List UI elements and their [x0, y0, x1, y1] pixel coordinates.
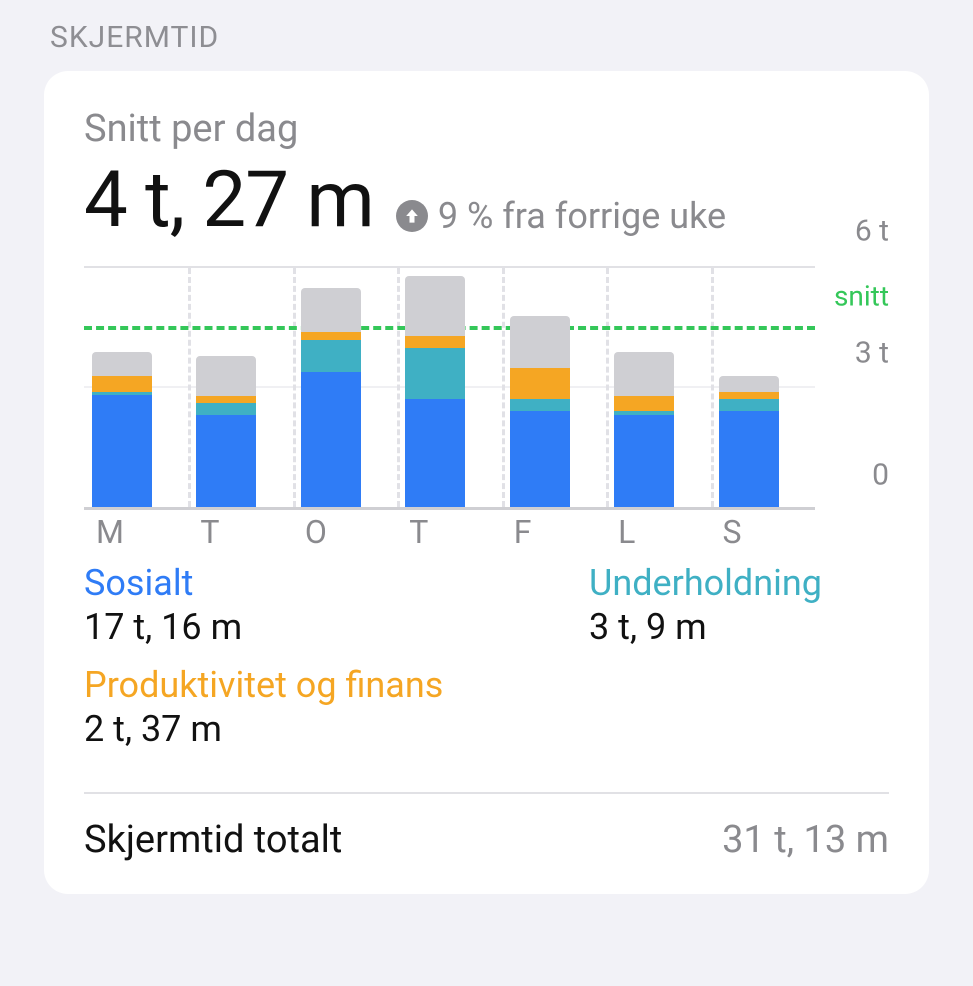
bar-segment — [92, 376, 152, 392]
subtitle: Snitt per dag — [84, 107, 889, 151]
x-tick: L — [606, 510, 710, 546]
bar-segment — [510, 368, 570, 400]
category-label: Underholdning — [589, 562, 889, 604]
bar — [92, 352, 152, 507]
x-tick: M — [84, 510, 188, 546]
bar — [196, 356, 256, 507]
bar-segment — [510, 411, 570, 507]
category-label: Sosialt — [84, 562, 384, 604]
category-value: 3 t, 9 m — [589, 606, 889, 648]
headline-row: 4 t, 27 m 9 % fra forrige uke — [84, 155, 889, 246]
bar-segment — [92, 352, 152, 376]
y-tick: 3 t — [855, 336, 889, 371]
x-tick: O — [293, 510, 397, 546]
bar — [510, 316, 570, 507]
bar-segment — [196, 415, 256, 507]
average-label: snitt — [834, 280, 889, 313]
x-tick: S — [711, 510, 815, 546]
bar-segment — [301, 332, 361, 340]
total-value: 31 t, 13 m — [722, 818, 889, 862]
bar-segment — [92, 395, 152, 507]
bar-segment — [196, 396, 256, 404]
bar-segment — [405, 348, 465, 400]
bar-segment — [301, 372, 361, 507]
category-item: Underholdning3 t, 9 m — [589, 562, 889, 648]
arrow-up-icon — [396, 200, 428, 232]
category-item: Sosialt17 t, 16 m — [84, 562, 384, 648]
bar — [719, 376, 779, 507]
total-label: Skjermtid totalt — [84, 818, 342, 862]
bar — [405, 276, 465, 507]
average-value: 4 t, 27 m — [84, 155, 374, 246]
y-tick: 0 — [872, 458, 889, 493]
section-header: SKJERMTID — [50, 20, 929, 55]
bar-segment — [614, 396, 674, 412]
bar-segment — [510, 399, 570, 411]
delta: 9 % fra forrige uke — [396, 195, 726, 237]
category-label: Produktivitet og finans — [84, 664, 443, 706]
bar-segment — [196, 356, 256, 396]
bar-segment — [301, 288, 361, 332]
total-row: Skjermtid totalt 31 t, 13 m — [84, 794, 889, 862]
bar-segment — [614, 415, 674, 507]
bar-segment — [196, 403, 256, 415]
category-item: Produktivitet og finans2 t, 37 m — [84, 664, 443, 750]
bar-segment — [719, 392, 779, 400]
chart-plot-area — [84, 266, 815, 510]
x-tick: F — [502, 510, 606, 546]
bar-segment — [719, 411, 779, 507]
bar-segment — [405, 399, 465, 507]
category-value: 17 t, 16 m — [84, 606, 384, 648]
delta-text: 9 % fra forrige uke — [438, 195, 726, 237]
bar — [301, 288, 361, 507]
x-tick: T — [188, 510, 292, 546]
category-value: 2 t, 37 m — [84, 708, 443, 750]
bar — [614, 352, 674, 507]
usage-chart: 03 t6 t snitt MTOTFLS — [84, 266, 889, 546]
category-summary: Sosialt17 t, 16 m Underholdning3 t, 9 m Pr… — [84, 562, 889, 794]
y-tick: 6 t — [855, 214, 889, 249]
bar-segment — [614, 352, 674, 396]
bar-segment — [510, 316, 570, 368]
bar-segment — [719, 376, 779, 392]
bar-segment — [719, 399, 779, 411]
bar-segment — [405, 276, 465, 336]
screentime-card: Snitt per dag 4 t, 27 m 9 % fra forrige … — [44, 71, 929, 894]
bar-segment — [405, 336, 465, 348]
x-tick: T — [397, 510, 501, 546]
bar-segment — [301, 340, 361, 372]
